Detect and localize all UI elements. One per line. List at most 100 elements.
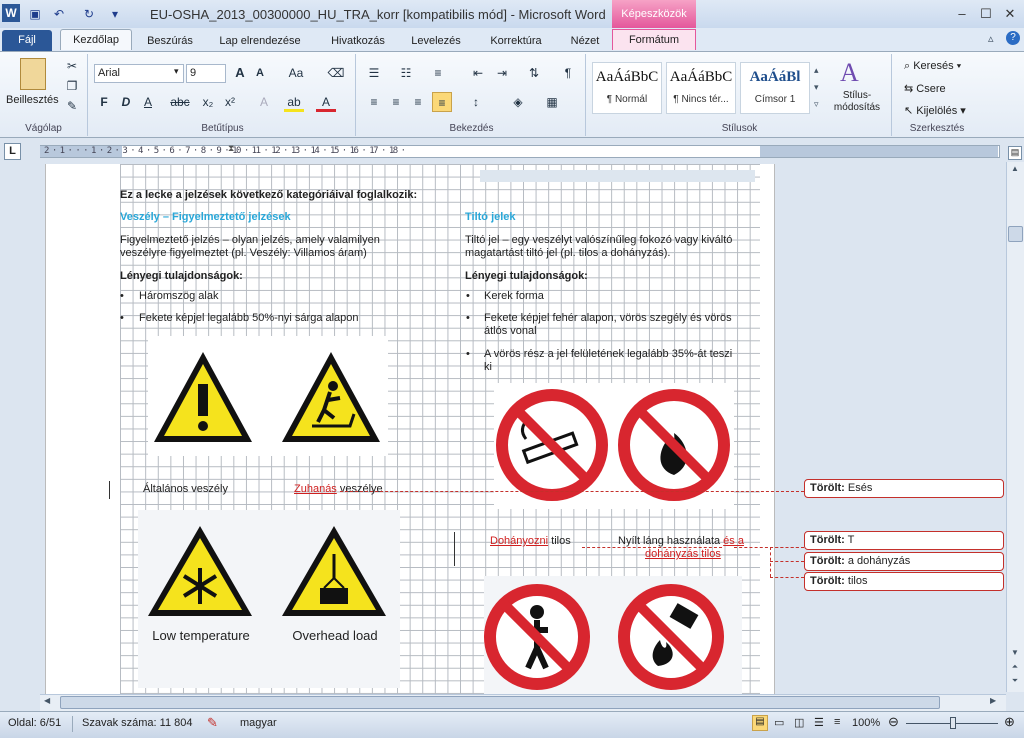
clear-formatting-icon[interactable]: ⌫ bbox=[326, 63, 346, 83]
zoom-slider-thumb[interactable] bbox=[950, 717, 956, 729]
strikethrough-icon[interactable]: abc bbox=[170, 92, 190, 112]
revision-balloon[interactable]: Törölt: tilos bbox=[804, 572, 1004, 591]
increase-indent-icon[interactable]: ⇥ bbox=[492, 63, 512, 83]
tab-home[interactable]: Kezdőlap bbox=[60, 29, 132, 50]
word-logo-icon[interactable]: W bbox=[2, 4, 20, 22]
redo-icon[interactable]: ↻ bbox=[80, 5, 98, 23]
numbering-icon[interactable]: ☷ bbox=[396, 63, 416, 83]
cut-icon[interactable]: ✂ bbox=[62, 56, 82, 76]
customize-qat-icon[interactable]: ▾ bbox=[106, 5, 124, 23]
align-left-icon[interactable]: ≡ bbox=[364, 92, 384, 112]
tab-view[interactable]: Nézet bbox=[560, 31, 610, 52]
style-no-spacing[interactable]: AaÁáBbC ¶ Nincs tér... bbox=[666, 62, 736, 114]
scroll-left-icon[interactable]: ◀ bbox=[44, 696, 56, 709]
scroll-up-icon[interactable]: ▲ bbox=[1007, 164, 1023, 178]
bold-icon[interactable]: F bbox=[94, 92, 114, 112]
horizontal-scroll-thumb[interactable] bbox=[60, 696, 940, 709]
web-layout-icon[interactable]: ◫ bbox=[794, 716, 804, 729]
zoom-out-icon[interactable]: ⊖ bbox=[888, 714, 899, 730]
close-button[interactable]: ✕ bbox=[1000, 6, 1020, 22]
paste-button[interactable]: Beillesztés bbox=[6, 94, 59, 106]
word-count[interactable]: Szavak száma: 11 804 bbox=[82, 717, 192, 729]
view-ruler-icon[interactable]: ▤ bbox=[1008, 146, 1022, 160]
justify-icon[interactable]: ≡ bbox=[432, 92, 452, 112]
prohibition-signs-image-2[interactable] bbox=[484, 576, 742, 694]
language[interactable]: magyar bbox=[240, 717, 277, 729]
scroll-down-icon[interactable]: ▼ bbox=[1007, 648, 1023, 662]
tab-layout[interactable]: Lap elrendezése bbox=[212, 31, 308, 52]
font-size-select[interactable]: 9 bbox=[186, 64, 226, 83]
highlight-icon[interactable]: ab bbox=[284, 92, 304, 112]
font-family-select[interactable]: Arial bbox=[94, 64, 184, 83]
tab-references[interactable]: Hivatkozás bbox=[320, 31, 396, 52]
text-effects-icon[interactable]: A bbox=[254, 92, 274, 112]
outline-icon[interactable]: ☰ bbox=[814, 716, 824, 729]
align-right-icon[interactable]: ≡ bbox=[408, 92, 428, 112]
warning-signs-image-2[interactable]: Low temperature Overhead load bbox=[138, 510, 400, 688]
warning-signs-image[interactable] bbox=[148, 336, 388, 456]
copy-icon[interactable]: ❐ bbox=[62, 76, 82, 96]
line-spacing-icon[interactable]: ↕ bbox=[466, 92, 486, 112]
revision-balloon[interactable]: Törölt: T bbox=[804, 531, 1004, 550]
scroll-right-icon[interactable]: ▶ bbox=[990, 696, 1002, 709]
no-pedestrians-icon bbox=[484, 584, 590, 690]
underline-icon[interactable]: A bbox=[138, 92, 158, 112]
tab-format[interactable]: Formátum bbox=[612, 29, 696, 50]
low-temperature-label: Low temperature bbox=[152, 628, 250, 643]
change-case-icon[interactable]: Aa bbox=[286, 63, 306, 83]
previous-page-icon[interactable]: ⏶ bbox=[1007, 662, 1023, 676]
tab-review[interactable]: Korrektúra bbox=[478, 31, 554, 52]
show-formatting-icon[interactable]: ¶ bbox=[558, 63, 578, 83]
shrink-font-icon[interactable]: A bbox=[250, 63, 270, 83]
chevron-down-icon[interactable]: ▾ bbox=[174, 66, 179, 77]
styles-scroll-icon[interactable]: ▴ ▾ ▿ bbox=[814, 62, 824, 114]
tab-mailings[interactable]: Levelezés bbox=[404, 31, 468, 52]
borders-icon[interactable]: ▦ bbox=[542, 92, 562, 112]
font-label: Betűtípus bbox=[201, 123, 244, 134]
tab-selector[interactable]: L bbox=[4, 143, 21, 160]
superscript-icon[interactable]: x² bbox=[220, 92, 240, 112]
subscript-icon[interactable]: x₂ bbox=[198, 92, 218, 112]
italic-icon[interactable]: D bbox=[116, 92, 136, 112]
minimize-ribbon-icon[interactable]: ▵ bbox=[988, 32, 994, 45]
change-styles-button[interactable]: Stílus-módosítás bbox=[826, 90, 888, 114]
grow-font-icon[interactable]: A bbox=[230, 63, 250, 83]
bullets-icon[interactable]: ☰ bbox=[364, 63, 384, 83]
find-button[interactable]: ⌕ Keresés ▾ bbox=[904, 60, 961, 73]
scroll-thumb[interactable] bbox=[1008, 226, 1023, 242]
proofing-icon[interactable]: ✎ bbox=[207, 715, 218, 731]
minimize-button[interactable]: – bbox=[952, 6, 972, 22]
style-name: ¶ Nincs tér... bbox=[673, 94, 729, 105]
multilevel-list-icon[interactable]: ≡ bbox=[428, 63, 448, 83]
paste-icon[interactable] bbox=[20, 58, 46, 90]
align-center-icon[interactable]: ≡ bbox=[386, 92, 406, 112]
revision-balloon[interactable]: Törölt: a dohányzás bbox=[804, 552, 1004, 571]
next-page-icon[interactable]: ⏷ bbox=[1007, 676, 1023, 690]
zoom-in-icon[interactable]: ⊕ bbox=[1004, 714, 1015, 730]
decrease-indent-icon[interactable]: ⇤ bbox=[468, 63, 488, 83]
draft-icon[interactable]: ≡ bbox=[834, 716, 840, 728]
help-icon[interactable]: ? bbox=[1006, 31, 1020, 45]
tab-insert[interactable]: Beszúrás bbox=[140, 31, 200, 52]
shading-icon[interactable]: ◈ bbox=[508, 92, 528, 112]
zoom-level[interactable]: 100% bbox=[852, 717, 880, 729]
sort-icon[interactable]: ⇅ bbox=[524, 63, 544, 83]
change-styles-icon[interactable]: A bbox=[840, 58, 859, 88]
tab-file[interactable]: Fájl bbox=[2, 30, 52, 51]
full-screen-reading-icon[interactable]: ▭ bbox=[774, 716, 784, 729]
select-button[interactable]: ↖ Kijelölés ▾ bbox=[904, 104, 966, 117]
revision-balloon[interactable]: Törölt: Esés bbox=[804, 479, 1004, 498]
font-color-icon[interactable]: A bbox=[316, 92, 336, 112]
print-layout-icon[interactable]: ▤ bbox=[752, 715, 768, 731]
save-icon[interactable]: ▣ bbox=[26, 5, 44, 23]
replace-button[interactable]: ⇆ Csere bbox=[904, 82, 946, 95]
clipboard-group: Beillesztés ✂ ❐ ✎ Vágólap bbox=[0, 54, 88, 136]
caption-fall-hazard: Zuhanás veszélye bbox=[294, 483, 383, 495]
page-count[interactable]: Oldal: 6/51 bbox=[8, 717, 61, 729]
style-heading1[interactable]: AaÁáBl Címsor 1 bbox=[740, 62, 810, 114]
undo-icon[interactable]: ↶ bbox=[50, 5, 68, 23]
style-normal[interactable]: AaÁáBbC ¶ Normál bbox=[592, 62, 662, 114]
format-painter-icon[interactable]: ✎ bbox=[62, 96, 82, 116]
indent-marker-icon[interactable]: ⧗ bbox=[228, 143, 234, 154]
maximize-button[interactable]: ☐ bbox=[976, 6, 996, 22]
